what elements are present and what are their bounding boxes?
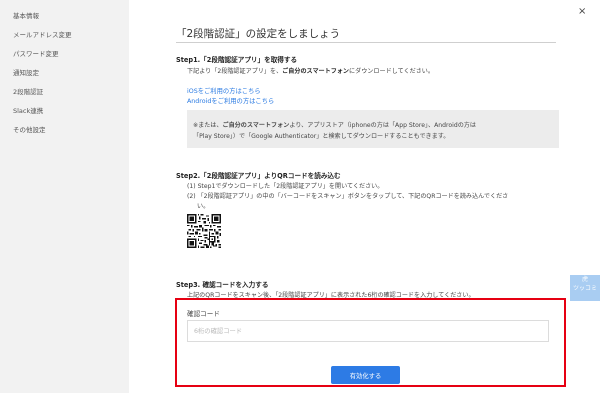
note-rest: より、アプリストア（iphoneの方は「App Store」、Androidの方… bbox=[289, 122, 476, 129]
app-store-note: ※または、ご自分のスマートフォンより、アプリストア（iphoneの方は「App … bbox=[187, 110, 559, 148]
sidebar-item-notification-settings[interactable]: 通知設定 bbox=[13, 67, 39, 77]
step1-description-bold: ご自分のスマートフォン bbox=[282, 68, 350, 75]
verification-code-input[interactable] bbox=[187, 320, 549, 342]
step1-description-suffix: にダウンロードしてください。 bbox=[349, 68, 434, 75]
activate-button[interactable]: 有効化する bbox=[331, 366, 400, 384]
sidebar-item-slack-integration[interactable]: Slack連携 bbox=[13, 105, 43, 115]
sidebar-item-two-factor-auth[interactable]: 2段階認証 bbox=[13, 86, 43, 96]
step1-description: 下記より「2段階認証アプリ」を、ご自分のスマートフォンにダウンロードしてください… bbox=[187, 66, 434, 75]
step3-heading: Step3. 確認コードを入力する bbox=[176, 281, 269, 289]
ios-download-link[interactable]: iOSをご利用の方はこちら bbox=[187, 86, 261, 95]
sidebar-item-basic-info[interactable]: 基本情報 bbox=[13, 10, 39, 20]
step1-heading: Step1.「2段階認証アプリ」を取得する bbox=[176, 56, 298, 64]
feedback-side-tab[interactable]: 虎 ツッコミ bbox=[570, 275, 600, 301]
sidebar-item-email-change[interactable]: メールアドレス変更 bbox=[13, 29, 72, 39]
settings-sidebar: 基本情報 メールアドレス変更 パスワード変更 通知設定 2段階認証 Slack連… bbox=[0, 0, 129, 393]
page-title: 「2段階認証」の設定をしましょう bbox=[176, 28, 341, 40]
sidebar-item-password-change[interactable]: パスワード変更 bbox=[13, 48, 59, 58]
verification-code-label: 確認コード bbox=[187, 310, 220, 318]
note-line-2: 「Play Store」）で「Google Authenticator」と検索し… bbox=[193, 133, 450, 140]
qr-code-image bbox=[187, 214, 221, 248]
sidebar-item-other-settings[interactable]: その他設定 bbox=[13, 124, 46, 134]
step1-description-prefix: 下記より「2段階認証アプリ」を、 bbox=[187, 68, 283, 75]
step2-line-2: (2) 「2段階認証アプリ」の中の「バーコードをスキャン」ボタンをタップして、下… bbox=[187, 193, 509, 200]
step2-line-3: い。 bbox=[197, 203, 210, 210]
android-download-link[interactable]: Androidをご利用の方はこちら bbox=[187, 96, 274, 105]
side-tab-line-1: 虎 bbox=[581, 276, 588, 283]
note-prefix: ※または、 bbox=[193, 122, 223, 129]
note-line-1: ※または、ご自分のスマートフォンより、アプリストア（iphoneの方は「App … bbox=[193, 120, 476, 129]
title-divider bbox=[176, 42, 556, 43]
note-bold: ご自分のスマートフォン bbox=[222, 122, 290, 129]
step2-heading: Step2.「2段階認証アプリ」よりQRコードを読み込む bbox=[176, 172, 341, 180]
step2-line-1: (1) Step1でダウンロードした「2段階認証アプリ」を開いてください。 bbox=[187, 183, 384, 190]
close-icon[interactable]: × bbox=[578, 7, 586, 17]
side-tab-line-2: ツッコミ bbox=[572, 285, 597, 292]
